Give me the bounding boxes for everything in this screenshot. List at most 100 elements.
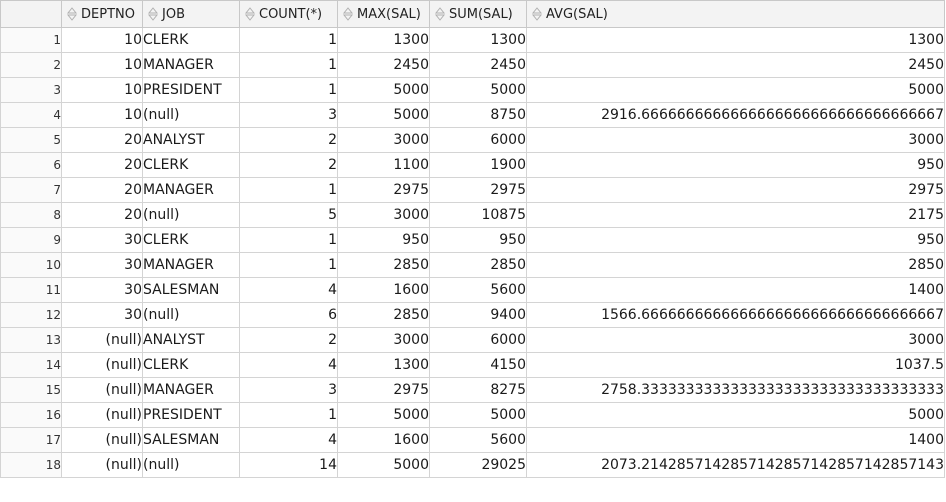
cell-job[interactable]: SALESMAN [142,277,240,303]
cell-avg-sal[interactable]: 3000 [526,327,945,353]
column-header-avg-sal[interactable]: AVG(SAL) [526,0,945,28]
row-number[interactable]: 11 [0,277,62,303]
cell-deptno[interactable]: 10 [61,52,143,78]
column-header-deptno[interactable]: DEPTNO [61,0,143,28]
row-number[interactable]: 12 [0,302,62,328]
cell-deptno[interactable]: 30 [61,277,143,303]
cell-deptno[interactable]: 10 [61,102,143,128]
table-row[interactable]: 9 30 CLERK 1 950 950 950 [0,227,945,253]
cell-avg-sal[interactable]: 5000 [526,77,945,103]
cell-job[interactable]: MANAGER [142,252,240,278]
cell-max-sal[interactable]: 1300 [337,27,430,53]
cell-sum-sal[interactable]: 1900 [429,152,527,178]
sort-arrows-icon[interactable] [342,7,354,21]
row-number[interactable]: 14 [0,352,62,378]
cell-avg-sal[interactable]: 950 [526,152,945,178]
cell-avg-sal[interactable]: 1300 [526,27,945,53]
cell-max-sal[interactable]: 3000 [337,202,430,228]
cell-sum-sal[interactable]: 10875 [429,202,527,228]
cell-avg-sal[interactable]: 2850 [526,252,945,278]
cell-avg-sal[interactable]: 1566.6666666666666666666666666666666667 [526,302,945,328]
cell-sum-sal[interactable]: 6000 [429,327,527,353]
cell-job[interactable]: PRESIDENT [142,77,240,103]
cell-count[interactable]: 1 [239,402,338,428]
cell-count[interactable]: 4 [239,277,338,303]
cell-sum-sal[interactable]: 2975 [429,177,527,203]
cell-deptno[interactable]: 30 [61,227,143,253]
table-row[interactable]: 15 (null) MANAGER 3 2975 8275 2758.33333333333… [0,377,945,403]
cell-avg-sal[interactable]: 2975 [526,177,945,203]
cell-deptno[interactable]: (null) [61,402,143,428]
table-row[interactable]: 11 30 SALESMAN 4 1600 5600 1400 [0,277,945,303]
table-row[interactable]: 8 20 (null) 5 3000 10875 2175 [0,202,945,228]
cell-count[interactable]: 4 [239,427,338,453]
row-number[interactable]: 1 [0,27,62,53]
sort-arrows-icon[interactable] [244,7,256,21]
row-number[interactable]: 5 [0,127,62,153]
cell-deptno[interactable]: (null) [61,377,143,403]
cell-max-sal[interactable]: 1600 [337,277,430,303]
cell-deptno[interactable]: (null) [61,352,143,378]
cell-job[interactable]: CLERK [142,227,240,253]
row-number[interactable]: 4 [0,102,62,128]
cell-deptno[interactable]: 20 [61,127,143,153]
sort-arrows-icon[interactable] [434,7,446,21]
table-row[interactable]: 6 20 CLERK 2 1100 1900 950 [0,152,945,178]
cell-job[interactable]: ANALYST [142,127,240,153]
cell-count[interactable]: 1 [239,227,338,253]
cell-count[interactable]: 1 [239,77,338,103]
cell-max-sal[interactable]: 2850 [337,252,430,278]
table-row[interactable]: 2 10 MANAGER 1 2450 2450 2450 [0,52,945,78]
cell-deptno[interactable]: (null) [61,327,143,353]
cell-deptno[interactable]: 20 [61,152,143,178]
cell-count[interactable]: 6 [239,302,338,328]
row-number[interactable]: 10 [0,252,62,278]
cell-sum-sal[interactable]: 8275 [429,377,527,403]
table-row[interactable]: 14 (null) CLERK 4 1300 4150 1037.5 [0,352,945,378]
cell-deptno[interactable]: 30 [61,252,143,278]
cell-sum-sal[interactable]: 29025 [429,452,527,478]
cell-avg-sal[interactable]: 950 [526,227,945,253]
cell-job[interactable]: CLERK [142,352,240,378]
cell-sum-sal[interactable]: 5000 [429,402,527,428]
cell-deptno[interactable]: 30 [61,302,143,328]
row-number[interactable]: 6 [0,152,62,178]
cell-job[interactable]: CLERK [142,152,240,178]
cell-count[interactable]: 1 [239,177,338,203]
cell-max-sal[interactable]: 2975 [337,177,430,203]
cell-max-sal[interactable]: 5000 [337,452,430,478]
cell-avg-sal[interactable]: 2073.2142857142857142857142857142857143 [526,452,945,478]
table-row[interactable]: 1 10 CLERK 1 1300 1300 1300 [0,27,945,53]
cell-max-sal[interactable]: 5000 [337,102,430,128]
cell-count[interactable]: 5 [239,202,338,228]
cell-count[interactable]: 3 [239,102,338,128]
cell-count[interactable]: 2 [239,327,338,353]
cell-sum-sal[interactable]: 950 [429,227,527,253]
column-header-job[interactable]: JOB [142,0,240,28]
row-number[interactable]: 13 [0,327,62,353]
cell-count[interactable]: 3 [239,377,338,403]
cell-count[interactable]: 2 [239,127,338,153]
cell-sum-sal[interactable]: 8750 [429,102,527,128]
row-number[interactable]: 3 [0,77,62,103]
cell-max-sal[interactable]: 1100 [337,152,430,178]
cell-deptno[interactable]: 10 [61,77,143,103]
row-number[interactable]: 18 [0,452,62,478]
cell-deptno[interactable]: 10 [61,27,143,53]
cell-max-sal[interactable]: 5000 [337,402,430,428]
table-row[interactable]: 12 30 (null) 6 2850 9400 1566.6666666666666666… [0,302,945,328]
table-row[interactable]: 4 10 (null) 3 5000 8750 2916.66666666666666666… [0,102,945,128]
cell-avg-sal[interactable]: 2758.3333333333333333333333333333333333 [526,377,945,403]
sort-arrows-icon[interactable] [531,7,543,21]
cell-count[interactable]: 4 [239,352,338,378]
cell-count[interactable]: 14 [239,452,338,478]
cell-max-sal[interactable]: 950 [337,227,430,253]
table-row[interactable]: 5 20 ANALYST 2 3000 6000 3000 [0,127,945,153]
cell-sum-sal[interactable]: 9400 [429,302,527,328]
sort-arrows-icon[interactable] [66,7,78,21]
sort-arrows-icon[interactable] [147,7,159,21]
cell-job[interactable]: PRESIDENT [142,402,240,428]
cell-job[interactable]: (null) [142,452,240,478]
cell-job[interactable]: (null) [142,202,240,228]
cell-avg-sal[interactable]: 2175 [526,202,945,228]
